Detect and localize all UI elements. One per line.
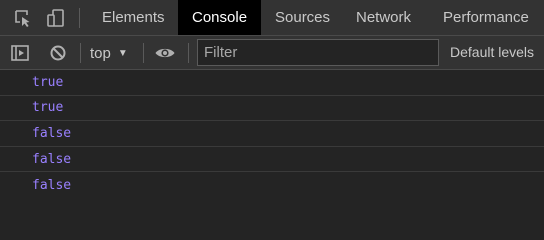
tab-performance[interactable]: Performance	[430, 0, 544, 35]
console-toolbar: top ▼ Default levels	[0, 36, 544, 70]
filter-input[interactable]	[197, 39, 439, 66]
console-messages: true true false false false	[0, 70, 544, 201]
context-selector-value: top	[90, 44, 111, 62]
console-message: false	[0, 147, 544, 173]
tab-elements[interactable]: Elements	[89, 0, 176, 35]
console-message: false	[32, 177, 72, 193]
tab-network[interactable]: Network	[342, 0, 430, 35]
inspect-element-icon[interactable]	[12, 7, 34, 29]
devtools-window: Elements Console Sources Network Perform…	[0, 0, 544, 201]
tab-bar-divider	[79, 8, 80, 28]
console-message: true	[0, 96, 544, 122]
log-levels-dropdown[interactable]: Default levels	[450, 36, 534, 69]
device-toolbar-icon[interactable]	[45, 7, 67, 29]
console-message: false	[0, 121, 544, 147]
show-sidebar-icon[interactable]	[9, 42, 31, 64]
devtools-tab-bar: Elements Console Sources Network Perform…	[0, 0, 544, 36]
toolbar-divider	[80, 43, 81, 63]
console-message: true	[0, 70, 544, 96]
eye-icon[interactable]	[154, 42, 176, 64]
context-selector[interactable]: top ▼	[90, 41, 128, 65]
clear-console-icon[interactable]	[47, 42, 69, 64]
tab-console[interactable]: Console	[178, 0, 261, 35]
tab-sources[interactable]: Sources	[261, 0, 342, 35]
toolbar-divider	[143, 43, 144, 63]
toolbar-divider	[188, 43, 189, 63]
caret-down-icon: ▼	[117, 47, 128, 59]
